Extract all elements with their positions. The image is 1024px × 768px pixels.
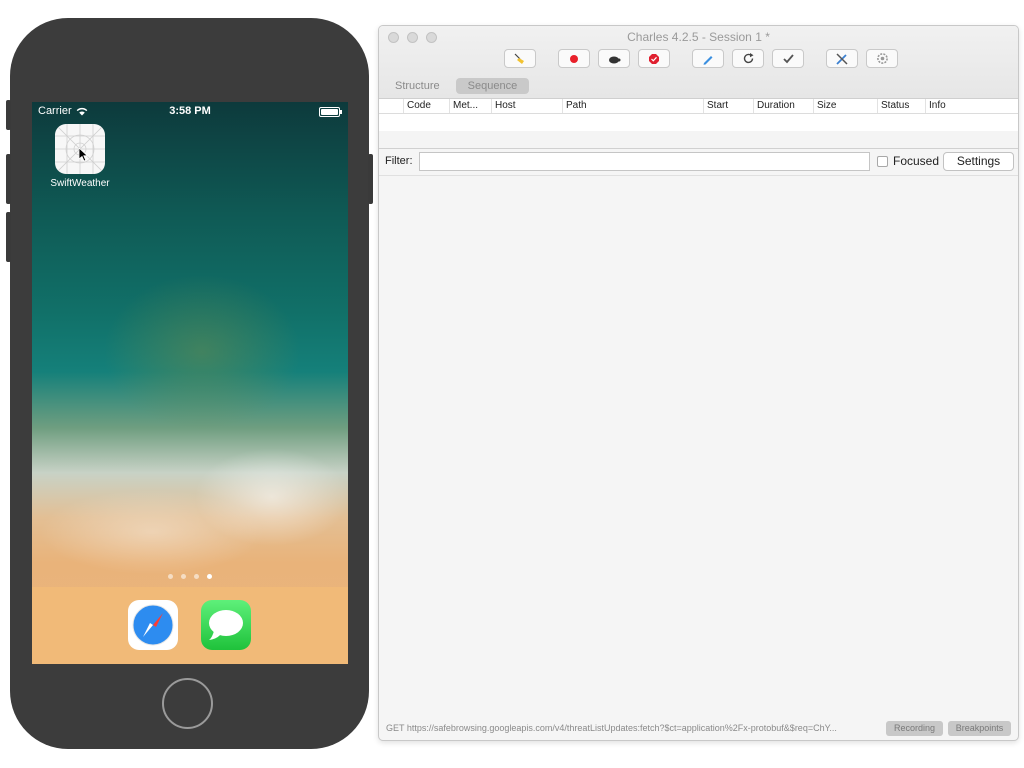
column-header[interactable]: Size [813, 99, 877, 113]
repeat-button[interactable] [732, 49, 764, 68]
view-tabs: Structure Sequence [379, 76, 530, 96]
safari-icon[interactable] [128, 600, 178, 650]
checkmark-icon [782, 54, 794, 64]
column-header[interactable]: Host [491, 99, 562, 113]
column-header[interactable]: Met... [449, 99, 491, 113]
throttle-button[interactable] [598, 49, 630, 68]
status-text: GET https://safebrowsing.googleapis.com/… [386, 723, 837, 733]
breakpoints-button[interactable] [638, 49, 670, 68]
pen-icon [703, 55, 713, 65]
checkbox-box[interactable] [877, 155, 888, 167]
record-icon [570, 54, 578, 63]
settings-button[interactable]: Settings [943, 152, 1014, 171]
app-label: SwiftWeather [50, 178, 110, 189]
charles-window: Charles 4.2.5 - Session 1 * Structure Se… [378, 25, 1019, 741]
stop-icon [649, 53, 659, 64]
turtle-icon [609, 56, 621, 63]
record-button[interactable] [558, 49, 590, 68]
column-header[interactable]: Info [925, 99, 1018, 113]
refresh-icon [743, 53, 753, 64]
sequence-table-body[interactable] [379, 114, 1018, 149]
focused-checkbox[interactable]: Focused [877, 154, 939, 168]
column-header[interactable]: Path [562, 99, 703, 113]
page-dot-active[interactable] [207, 574, 212, 579]
window-title: Charles 4.2.5 - Session 1 * [627, 30, 770, 44]
column-header[interactable]: Start [703, 99, 753, 113]
mouse-cursor-icon [79, 148, 89, 162]
compose-button[interactable] [692, 49, 724, 68]
ios-status-bar: Carrier 3:58 PM [32, 102, 348, 120]
gear-icon [876, 53, 888, 64]
column-header[interactable]: Duration [753, 99, 813, 113]
broom-button[interactable] [504, 49, 536, 68]
broom-icon [514, 53, 524, 64]
window-titlebar: Charles 4.2.5 - Session 1 * Structure Se… [379, 26, 1018, 99]
messages-icon[interactable] [201, 600, 251, 650]
focused-label: Focused [893, 154, 940, 168]
filter-bar: Filter: Focused Settings [379, 149, 1018, 176]
power-button [368, 154, 373, 204]
home-button[interactable] [162, 678, 213, 729]
filter-input[interactable] [419, 152, 870, 171]
page-dot[interactable] [194, 574, 199, 579]
validate-button[interactable] [772, 49, 804, 68]
dock [32, 587, 348, 664]
tools-icon [836, 52, 848, 65]
status-bar: GET https://safebrowsing.googleapis.com/… [379, 716, 1018, 740]
tools-button[interactable] [826, 49, 858, 68]
column-header[interactable]: Status [877, 99, 925, 113]
battery-icon [319, 107, 342, 117]
sequence-table-header: Code Met... Host Path Start Duration Siz… [379, 99, 1018, 114]
home-screen: Carrier 3:58 PM SwiftWeather [32, 102, 348, 664]
mute-switch [6, 100, 11, 130]
breakpoints-status-button[interactable]: Breakpoints [948, 721, 1011, 736]
page-dot[interactable] [181, 574, 186, 579]
settings-toolbar-button[interactable] [866, 49, 898, 68]
volume-down-button [6, 212, 11, 262]
page-indicator [32, 574, 348, 579]
tab-structure[interactable]: Structure [383, 78, 452, 94]
filter-label: Filter: [385, 155, 413, 167]
column-header[interactable]: Code [403, 99, 449, 113]
page-dot[interactable] [168, 574, 173, 579]
tab-sequence[interactable]: Sequence [455, 78, 530, 94]
volume-up-button [6, 154, 11, 204]
recording-button[interactable]: Recording [886, 721, 943, 736]
status-time: 3:58 PM [169, 105, 211, 117]
